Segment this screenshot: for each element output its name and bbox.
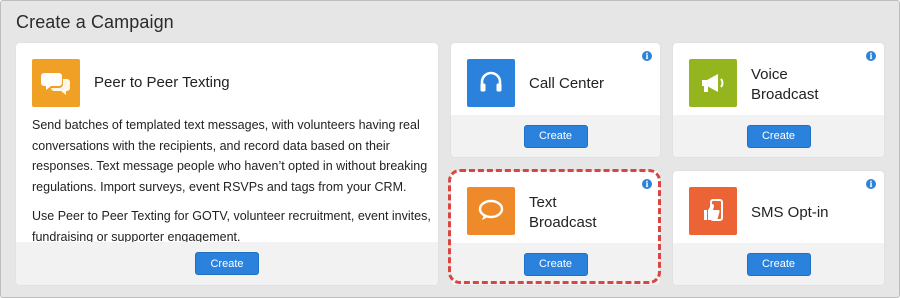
card-title: Voice Broadcast [751, 65, 819, 105]
card-footer: Create [16, 242, 438, 285]
card-title-line: Text [529, 194, 557, 211]
card-title-line: Broadcast [529, 214, 597, 231]
card-text-broadcast: i Text Broadcast Create [451, 171, 660, 285]
headset-icon [467, 59, 515, 107]
create-button-sms-opt-in[interactable]: Create [746, 252, 811, 276]
card-title: Text Broadcast [529, 193, 597, 233]
card-title: SMS Opt-in [751, 204, 829, 221]
info-icon[interactable]: i [642, 179, 652, 189]
info-icon[interactable]: i [642, 51, 652, 61]
create-button-text-broadcast[interactable]: Create [523, 252, 588, 276]
description-paragraph: Use Peer to Peer Texting for GOTV, volun… [32, 209, 431, 244]
card-title: Peer to Peer Texting [94, 74, 230, 91]
card-call-center: i Call Center Create [451, 43, 660, 157]
create-button-voice-broadcast[interactable]: Create [746, 124, 811, 148]
megaphone-icon [689, 59, 737, 107]
card-footer: Create [451, 115, 660, 157]
campaign-panel: Create a Campaign Peer to Peer Texting S… [0, 0, 900, 298]
chat-bubbles-icon [32, 59, 80, 107]
create-button-call-center[interactable]: Create [523, 124, 588, 148]
page-title: Create a Campaign [16, 12, 174, 32]
card-voice-broadcast: i Voice Broadcast Create [673, 43, 884, 157]
card-footer: Create [673, 243, 884, 285]
card-title: Call Center [529, 75, 605, 92]
card-title-line: Broadcast [751, 86, 819, 103]
card-peer-to-peer-texting: Peer to Peer Texting Send batches of tem… [16, 43, 438, 285]
thumbs-up-phone-icon [689, 187, 737, 235]
chat-bubble-icon [467, 187, 515, 235]
card-sms-opt-in: i SMS Opt-in Create [673, 171, 884, 285]
card-description: Send batches of templated text messages,… [32, 115, 432, 247]
info-icon[interactable]: i [866, 51, 876, 61]
card-title-line: Voice [751, 66, 788, 83]
info-icon[interactable]: i [866, 179, 876, 189]
card-footer: Create [451, 243, 660, 285]
description-paragraph: Send batches of templated text messages,… [32, 118, 428, 194]
create-button-peer-to-peer[interactable]: Create [195, 252, 259, 275]
card-footer: Create [673, 115, 884, 157]
